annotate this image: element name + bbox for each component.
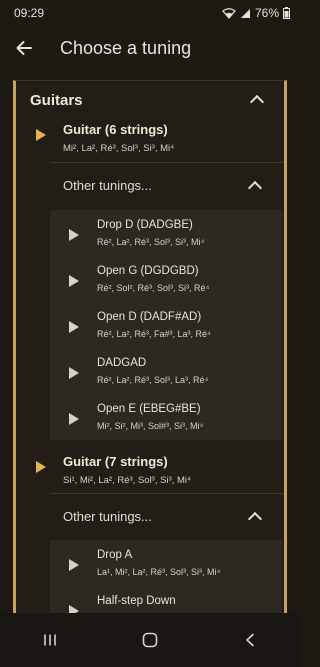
group-guitar-6[interactable]: Guitar (6 strings) Mi², La², Ré³, Sol³, … xyxy=(16,122,284,154)
status-bar: 09:29 76% xyxy=(0,0,300,26)
recents-button[interactable] xyxy=(30,620,70,660)
chevron-up-icon xyxy=(249,94,265,110)
tuning-notes: Ré², La², Ré³, Sol³, La³, Ré⁴ xyxy=(97,375,209,385)
tuning-title: Drop A xyxy=(97,549,133,561)
status-time: 09:29 xyxy=(14,6,45,20)
system-nav-bar xyxy=(0,613,300,667)
tuning-title: Drop D (DADGBE) xyxy=(97,219,193,231)
tuning-item[interactable]: Open G (DGDGBD) Ré², Sol², Ré³, Sol³, Si… xyxy=(50,256,282,302)
signal-icon xyxy=(240,8,250,18)
tuning-title: Half-step Down xyxy=(97,595,176,607)
tuning-item[interactable]: Drop D (DADGBE) Ré², La², Ré³, Sol³, Si³… xyxy=(50,210,282,256)
play-icon[interactable] xyxy=(69,321,79,333)
group-notes: Si¹, Mi², La², Ré³, Sol³, Si³, Mi⁴ xyxy=(63,475,192,486)
tuning-notes: Mi², Si², Mi³, Sol#³, Si³, Mi⁴ xyxy=(97,421,204,431)
back-button[interactable] xyxy=(4,28,44,68)
home-button[interactable] xyxy=(130,620,170,660)
other-tunings-label: Other tunings... xyxy=(63,178,152,193)
play-icon xyxy=(36,129,46,141)
tuning-notes: Ré², La², Ré³, Fa#³, La³, Ré⁴ xyxy=(97,329,211,339)
chevron-up-icon xyxy=(247,180,263,195)
group-notes: Mi², La², Ré³, Sol³, Si³, Mi⁴ xyxy=(63,143,175,154)
nav-back-icon xyxy=(246,633,254,647)
battery-icon xyxy=(283,7,290,19)
play-icon xyxy=(36,461,46,473)
tuning-item[interactable]: DADGAD Ré², La², Ré³, Sol³, La³, Ré⁴ xyxy=(50,348,282,394)
tuning-item[interactable]: Open D (DADF#AD) Ré², La², Ré³, Fa#³, La… xyxy=(50,302,282,348)
screen: 09:29 76% Choose a tuning Guitars Guitar… xyxy=(0,0,300,667)
group-title: Guitar (6 strings) xyxy=(63,122,168,137)
tuning-title: Open G (DGDGBD) xyxy=(97,265,199,277)
status-icons: 76% xyxy=(222,6,290,20)
arrow-left-icon xyxy=(16,41,32,55)
app-bar: Choose a tuning xyxy=(0,26,300,70)
wifi-icon xyxy=(222,7,236,19)
group-title: Guitar (7 strings) xyxy=(63,454,168,469)
tuning-title: DADGAD xyxy=(97,357,147,369)
tuning-item[interactable]: Half-step Down xyxy=(50,586,282,613)
tuning-list[interactable]: Guitars Guitar (6 strings) Mi², La², Ré³… xyxy=(0,70,300,613)
battery-percent: 76% xyxy=(254,6,279,20)
tuning-notes: Ré², Sol², Ré³, Sol³, Si³, Ré⁴ xyxy=(97,283,210,293)
tuning-item[interactable]: Drop A La¹, Mi², La², Ré³, Sol³, Si³, Mi… xyxy=(50,540,282,586)
play-icon[interactable] xyxy=(69,559,79,571)
play-icon[interactable] xyxy=(69,229,79,241)
tuning-title: Open E (EBEG#BE) xyxy=(97,403,201,415)
section-header-guitars[interactable]: Guitars xyxy=(16,80,284,120)
other-tunings-toggle[interactable]: Other tunings... xyxy=(50,162,284,208)
other-tunings-toggle[interactable]: Other tunings... xyxy=(50,493,284,539)
section-title: Guitars xyxy=(30,91,83,109)
tuning-notes: La¹, Mi², La², Ré³, Sol³, Si³, Mi⁴ xyxy=(97,567,221,577)
nav-back-button[interactable] xyxy=(230,620,270,660)
other-tunings-label: Other tunings... xyxy=(63,509,152,524)
tuning-item[interactable]: Open E (EBEG#BE) Mi², Si², Mi³, Sol#³, S… xyxy=(50,394,282,440)
chevron-up-icon xyxy=(247,511,263,526)
play-icon[interactable] xyxy=(69,605,79,613)
recents-icon xyxy=(44,634,56,646)
group-guitar-7[interactable]: Guitar (7 strings) Si¹, Mi², La², Ré³, S… xyxy=(16,454,284,486)
tuning-title: Open D (DADF#AD) xyxy=(97,311,202,323)
play-icon[interactable] xyxy=(69,413,79,425)
play-icon[interactable] xyxy=(69,367,79,379)
other-tunings-list: Drop D (DADGBE) Ré², La², Ré³, Sol³, Si³… xyxy=(50,210,282,440)
other-tunings-list: Drop A La¹, Mi², La², Ré³, Sol³, Si³, Mi… xyxy=(50,540,282,613)
tuning-notes: Ré², La², Ré³, Sol³, Si³, Mi⁴ xyxy=(97,237,205,247)
home-icon xyxy=(142,632,158,648)
page-title: Choose a tuning xyxy=(60,37,192,58)
play-icon[interactable] xyxy=(69,275,79,287)
